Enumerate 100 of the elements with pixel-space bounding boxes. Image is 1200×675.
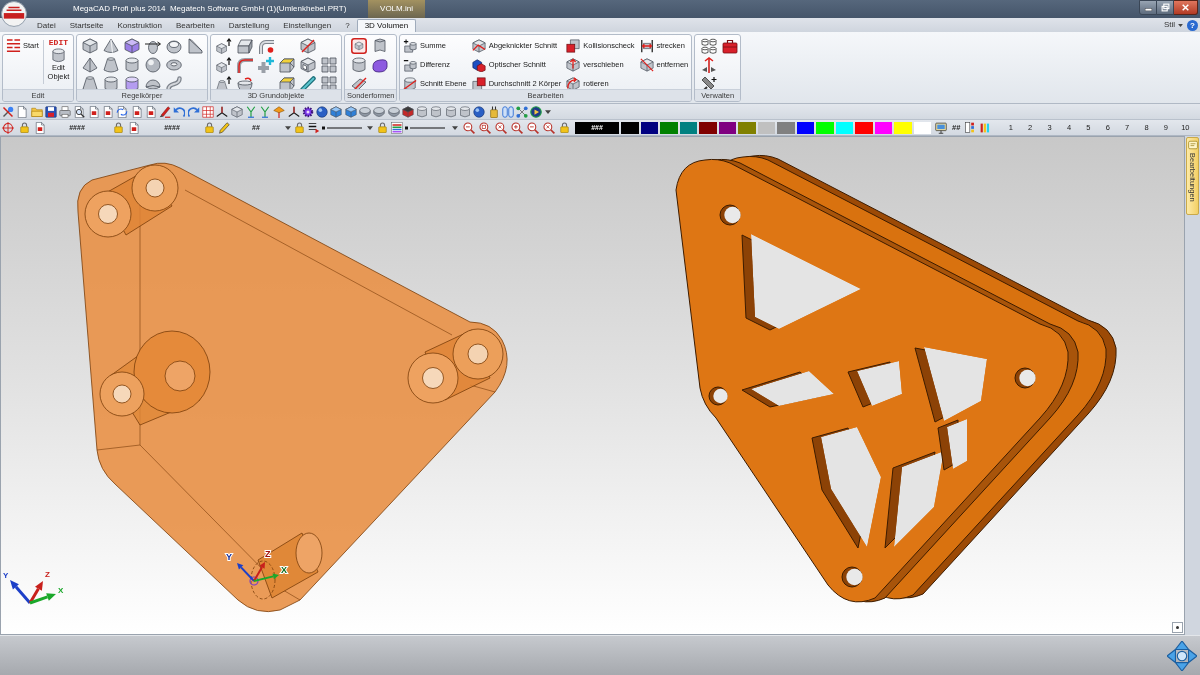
zoom-out-icon[interactable]	[527, 121, 539, 134]
color-columns-icon[interactable]	[965, 122, 977, 133]
cylinder-icon[interactable]	[444, 105, 457, 118]
document-mark-icon[interactable]	[128, 121, 140, 134]
ribbon-tab[interactable]: Bearbeiten	[168, 19, 222, 32]
corner-button[interactable]	[1172, 622, 1183, 633]
undo-icon[interactable]	[173, 105, 186, 118]
nodes-icon[interactable]	[516, 105, 529, 118]
bars-icon[interactable]	[980, 122, 991, 133]
frustum-icon[interactable]	[102, 56, 119, 73]
cube-icon[interactable]	[81, 37, 98, 54]
slanted-block-icon[interactable]	[236, 37, 253, 54]
zoom-in-icon[interactable]	[511, 121, 523, 134]
swept-curve-icon[interactable]	[236, 56, 253, 73]
ribbon-tab[interactable]: Einstellungen	[276, 19, 339, 32]
ribbon-tab[interactable]: ?	[338, 19, 357, 32]
toolbox-icon[interactable]	[721, 37, 738, 54]
ring-icon[interactable]	[165, 37, 182, 54]
framed-cube-icon[interactable]	[350, 37, 367, 54]
fork-icon[interactable]	[259, 105, 272, 118]
axes-icon[interactable]	[287, 105, 300, 118]
hollow-cube-icon[interactable]	[299, 56, 316, 73]
axes-icon[interactable]	[216, 105, 229, 118]
play-disc-icon[interactable]	[530, 105, 543, 118]
help-button[interactable]: ?	[1187, 19, 1198, 31]
printer-icon[interactable]	[59, 105, 72, 118]
move-arrows-icon[interactable]	[1167, 640, 1197, 671]
cone-icon[interactable]	[102, 37, 119, 54]
color-swatch-icon[interactable]	[816, 121, 834, 134]
monitor-icon[interactable]	[935, 121, 947, 134]
lock-icon[interactable]	[113, 122, 124, 133]
line-weights-icon[interactable]	[308, 121, 320, 134]
pyramid-icon[interactable]	[81, 56, 98, 73]
rounded-slab-icon[interactable]	[371, 56, 388, 73]
document-mark-icon[interactable]	[34, 121, 46, 134]
color-swatch-icon[interactable]	[757, 121, 775, 134]
color-swatch-icon[interactable]	[640, 121, 658, 134]
redo-icon[interactable]	[187, 105, 200, 118]
color-swatch-icon[interactable]	[738, 121, 756, 134]
color-swatch-icon[interactable]	[699, 121, 717, 134]
sphere-icon[interactable]	[144, 56, 161, 73]
disk-icon[interactable]	[373, 105, 386, 118]
cube-icon[interactable]	[330, 105, 343, 118]
pen-line-icon[interactable]	[159, 105, 172, 118]
cube-icon[interactable]	[401, 105, 414, 118]
style-menu[interactable]: Stil	[1163, 20, 1183, 30]
ball-icon[interactable]	[473, 105, 486, 118]
zoom-icon[interactable]	[543, 121, 555, 134]
document-mark-icon[interactable]	[144, 105, 157, 118]
disk-icon[interactable]	[359, 105, 372, 118]
save-icon[interactable]	[44, 105, 57, 118]
mirror-arrows-icon[interactable]	[700, 56, 717, 73]
fork-icon[interactable]	[244, 105, 257, 118]
lock-icon[interactable]	[19, 122, 30, 133]
ball-icon[interactable]	[316, 105, 329, 118]
cylinder-icon[interactable]	[459, 105, 471, 118]
box-grid-icon[interactable]	[320, 75, 337, 92]
cube-icon[interactable]	[344, 105, 357, 118]
lock-icon[interactable]	[377, 122, 388, 133]
color-swatch-icon[interactable]	[679, 121, 697, 134]
color-swatch-icon[interactable]	[894, 121, 912, 134]
document-arrows-icon[interactable]	[116, 105, 129, 118]
ribbon-tab[interactable]: Datei	[30, 19, 63, 32]
gear-icon[interactable]	[301, 105, 314, 118]
tools-icon[interactable]	[2, 105, 14, 118]
cylinder-icon[interactable]	[102, 75, 119, 92]
lock-icon[interactable]	[559, 122, 570, 133]
cylinder-icon[interactable]	[350, 56, 367, 73]
cylinder-icon[interactable]	[123, 56, 140, 73]
tool-plus-icon[interactable]	[700, 75, 717, 92]
beveled-box-icon[interactable]	[278, 56, 295, 73]
color-swatch-icon[interactable]	[874, 121, 892, 134]
zoom-icon[interactable]	[495, 121, 507, 134]
document-mark-icon[interactable]	[101, 105, 114, 118]
cube-up-arrow-icon[interactable]	[215, 56, 232, 73]
box-grid-icon[interactable]	[320, 56, 337, 73]
lock-icon[interactable]	[204, 122, 215, 133]
minimize-button[interactable]	[1139, 0, 1157, 15]
color-swatch-icon[interactable]	[835, 121, 853, 134]
color-swatch-icon[interactable]	[660, 121, 678, 134]
ribbon-tab[interactable]: Startseite	[62, 19, 111, 32]
document-mark-icon[interactable]	[130, 105, 143, 118]
ribbon-tab[interactable]: 3D Volumen	[356, 19, 417, 32]
pipe-cross-icon[interactable]	[257, 56, 274, 73]
curved-panel-icon[interactable]	[371, 37, 388, 54]
ribbon-tab[interactable]: Konstruktion	[110, 19, 169, 32]
cylinder-icon[interactable]	[430, 105, 443, 118]
wedge-icon[interactable]	[186, 37, 203, 54]
color-grid-icon[interactable]	[391, 121, 403, 134]
caret-icon[interactable]	[544, 109, 551, 114]
color-swatch-icon[interactable]	[796, 121, 814, 134]
color-swatch-icon[interactable]	[621, 121, 639, 134]
cube-slash-icon[interactable]	[299, 37, 316, 54]
bent-pipe-icon[interactable]	[257, 37, 274, 54]
cylinder-stack-icon[interactable]	[700, 37, 717, 54]
prism-icon[interactable]	[123, 37, 140, 54]
cylinder-icon[interactable]	[123, 75, 140, 92]
color-swatch-icon[interactable]	[718, 121, 736, 134]
plug-icon[interactable]	[487, 105, 500, 118]
lock-icon[interactable]	[294, 122, 305, 133]
